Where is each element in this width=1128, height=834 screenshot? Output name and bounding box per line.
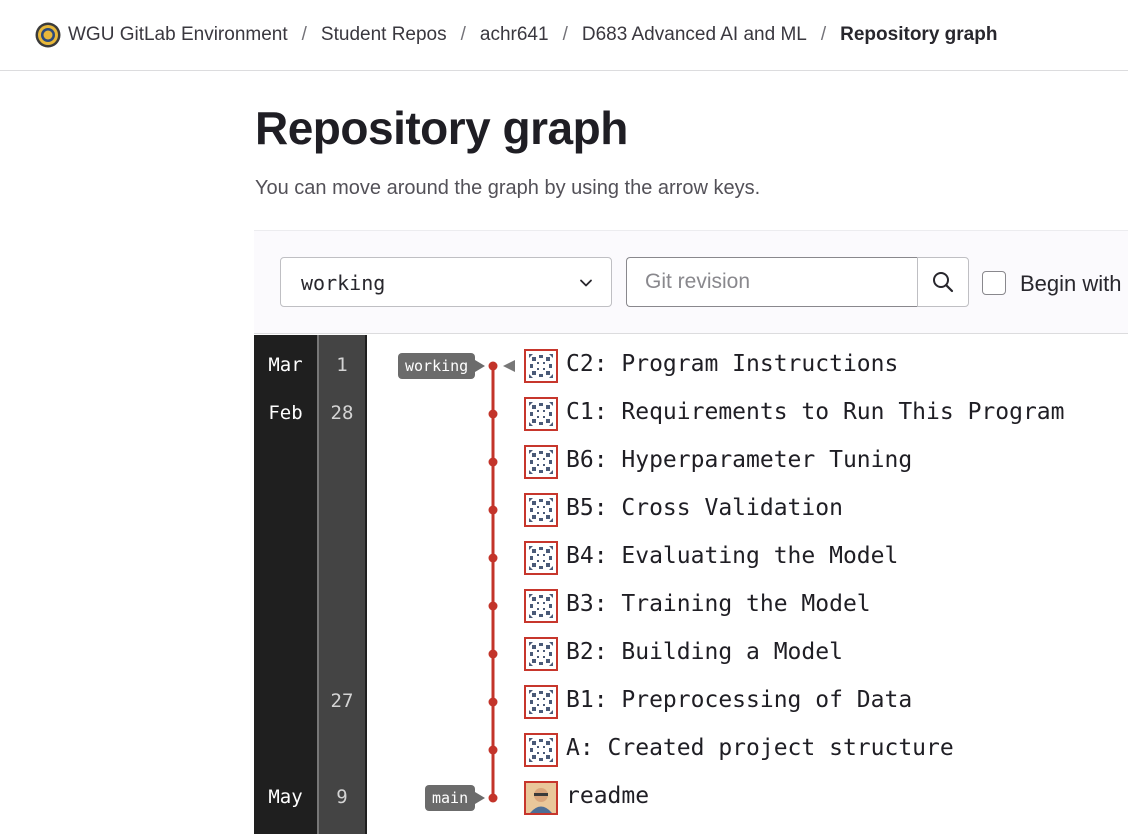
graph-month-label: May [268, 786, 303, 808]
commit-message[interactable]: B2: Building a Model [566, 639, 843, 665]
branch-ref-tag[interactable]: main [425, 785, 476, 811]
commit-message[interactable]: C2: Program Instructions [566, 351, 898, 377]
graph-month-label: Mar [268, 354, 303, 376]
commit-message[interactable]: C1: Requirements to Run This Program [566, 399, 1065, 425]
author-identicon-icon[interactable] [524, 589, 558, 623]
breadcrumb-subgroup[interactable]: Student Repos [321, 24, 447, 46]
commit-dot[interactable] [488, 697, 498, 707]
page-subtitle: You can move around the graph by using t… [255, 177, 761, 199]
breadcrumb: WGU GitLab Environment / Student Repos /… [35, 22, 997, 48]
author-avatar-photo[interactable] [524, 781, 558, 815]
commit-dot[interactable] [488, 505, 498, 515]
commit-dot[interactable] [488, 793, 498, 803]
breadcrumb-user[interactable]: achr641 [480, 24, 549, 46]
author-identicon-icon[interactable] [524, 637, 558, 671]
commit-message[interactable]: B3: Training the Model [566, 591, 871, 617]
commit-message[interactable]: readme [566, 783, 649, 809]
begin-with-checkbox[interactable] [982, 271, 1006, 295]
commit-dot[interactable] [488, 601, 498, 611]
breadcrumb-separator: / [301, 24, 307, 45]
begin-with-label[interactable]: Begin with [1020, 271, 1122, 297]
chevron-down-icon [580, 279, 592, 287]
commit-message[interactable]: A: Created project structure [566, 735, 954, 761]
breadcrumb-separator: / [820, 24, 827, 45]
commit-dot[interactable] [488, 553, 498, 563]
filter-bar: working Begin with [254, 230, 1128, 334]
graph-day-label: 9 [336, 786, 348, 808]
commit-dot[interactable] [488, 745, 498, 755]
breadcrumb-separator: / [562, 24, 568, 45]
network-graph[interactable]: Mar 1 working C2: Program Instructions Feb 28… [254, 335, 1128, 834]
breadcrumb-current[interactable]: Repository graph [840, 24, 997, 46]
branch-ref-tag[interactable]: working [398, 353, 476, 379]
author-identicon-icon[interactable] [524, 493, 558, 527]
breadcrumb-separator: / [460, 24, 466, 45]
author-identicon-icon[interactable] [524, 445, 558, 479]
author-identicon-icon[interactable] [524, 349, 558, 383]
breadcrumb-project[interactable]: D683 Advanced AI and ML [582, 24, 807, 46]
author-identicon-icon[interactable] [524, 397, 558, 431]
head-pointer-arrow [503, 360, 515, 372]
page-title: Repository graph [255, 102, 628, 154]
graph-day-label: 1 [336, 354, 348, 376]
graph-day-label: 27 [330, 690, 354, 712]
commit-dot[interactable] [488, 409, 498, 419]
ref-pointer-arrow [475, 792, 485, 804]
commit-message[interactable]: B1: Preprocessing of Data [566, 687, 912, 713]
branch-select-value: working [301, 271, 386, 295]
author-identicon-icon[interactable] [524, 541, 558, 575]
graph-month-label: Feb [268, 402, 303, 424]
commit-message[interactable]: B6: Hyperparameter Tuning [566, 447, 912, 473]
search-icon [933, 272, 954, 293]
wgu-logo-icon[interactable] [35, 22, 61, 48]
graph-day-label: 28 [330, 402, 354, 424]
search-button[interactable] [917, 257, 969, 307]
commit-dot[interactable] [488, 361, 498, 371]
author-identicon-icon[interactable] [524, 685, 558, 719]
git-revision-input[interactable] [626, 257, 918, 307]
ref-pointer-arrow [475, 360, 485, 372]
top-bar: WGU GitLab Environment / Student Repos /… [0, 0, 1128, 71]
commit-message[interactable]: B5: Cross Validation [566, 495, 843, 521]
branch-select[interactable]: working [280, 257, 612, 307]
commit-dot[interactable] [488, 457, 498, 467]
commit-message[interactable]: B4: Evaluating the Model [566, 543, 898, 569]
author-identicon-icon[interactable] [524, 733, 558, 767]
commit-dot[interactable] [488, 649, 498, 659]
breadcrumb-group[interactable]: WGU GitLab Environment [68, 24, 288, 46]
